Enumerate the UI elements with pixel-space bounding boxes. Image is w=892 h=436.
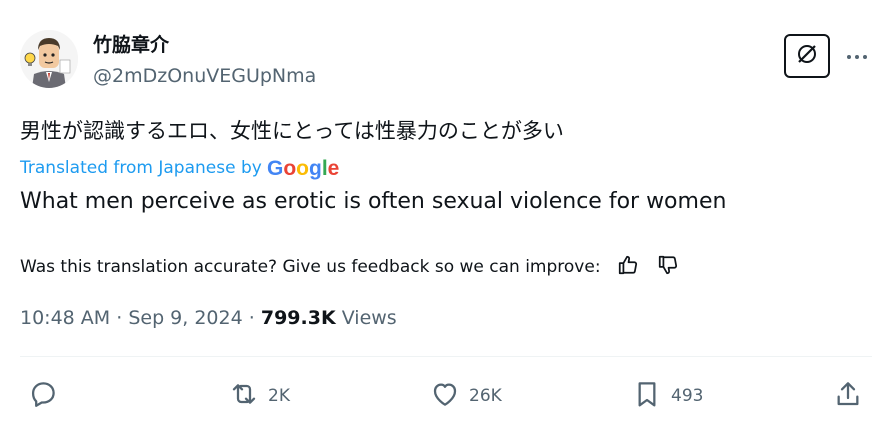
grok-icon — [795, 42, 819, 70]
meta-separator: · — [248, 307, 255, 329]
heart-icon — [429, 378, 461, 415]
avatar[interactable] — [20, 30, 78, 88]
retweet-count: 2K — [268, 386, 290, 406]
bookmark-button[interactable]: 493 — [631, 376, 703, 416]
translation-feedback: Was this translation accurate? Give us f… — [20, 254, 681, 280]
retweet-button[interactable]: 2K — [228, 376, 290, 416]
meta-separator: · — [116, 307, 123, 329]
like-count: 26K — [469, 386, 502, 406]
translated-from-label[interactable]: Translated from Japanese by — [20, 158, 262, 178]
display-name[interactable]: 竹脇章介 — [93, 33, 169, 57]
action-bar: 2K 26K 493 — [0, 376, 892, 416]
thumbs-down-icon — [657, 254, 679, 280]
tweet-time[interactable]: 10:48 AM — [20, 307, 110, 329]
translation-attribution: Translated from Japanese by Google — [20, 155, 343, 181]
share-button[interactable] — [832, 376, 864, 416]
grok-button[interactable] — [784, 34, 830, 78]
bookmark-count: 493 — [671, 386, 704, 406]
reply-icon — [26, 377, 60, 416]
reply-button[interactable] — [26, 376, 68, 416]
google-logo: Google — [267, 156, 343, 180]
like-button[interactable]: 26K — [429, 376, 502, 416]
tweet-meta: 10:48 AM · Sep 9, 2024 · 799.3K Views — [20, 304, 397, 332]
more-button[interactable] — [843, 40, 871, 68]
tweet-translated-text: What men perceive as erotic is often sex… — [20, 189, 727, 214]
tweet-original-text: 男性が認識するエロ、女性にとっては性暴力のことが多い — [20, 119, 564, 143]
thumbs-up-button[interactable] — [615, 254, 641, 280]
views-count: 799.3K — [260, 307, 336, 329]
svg-text:Google: Google — [267, 157, 339, 180]
divider — [20, 356, 872, 357]
thumbs-up-icon — [617, 254, 639, 280]
thumbs-down-button[interactable] — [655, 254, 681, 280]
views-label: Views — [341, 307, 397, 329]
bookmark-icon — [631, 378, 663, 415]
tweet-date[interactable]: Sep 9, 2024 — [128, 307, 242, 329]
feedback-prompt: Was this translation accurate? Give us f… — [20, 257, 601, 277]
user-handle[interactable]: @2mDzOnuVEGUpNma — [93, 64, 316, 88]
more-icon — [846, 45, 868, 64]
share-icon — [832, 378, 864, 415]
retweet-icon — [228, 378, 260, 415]
